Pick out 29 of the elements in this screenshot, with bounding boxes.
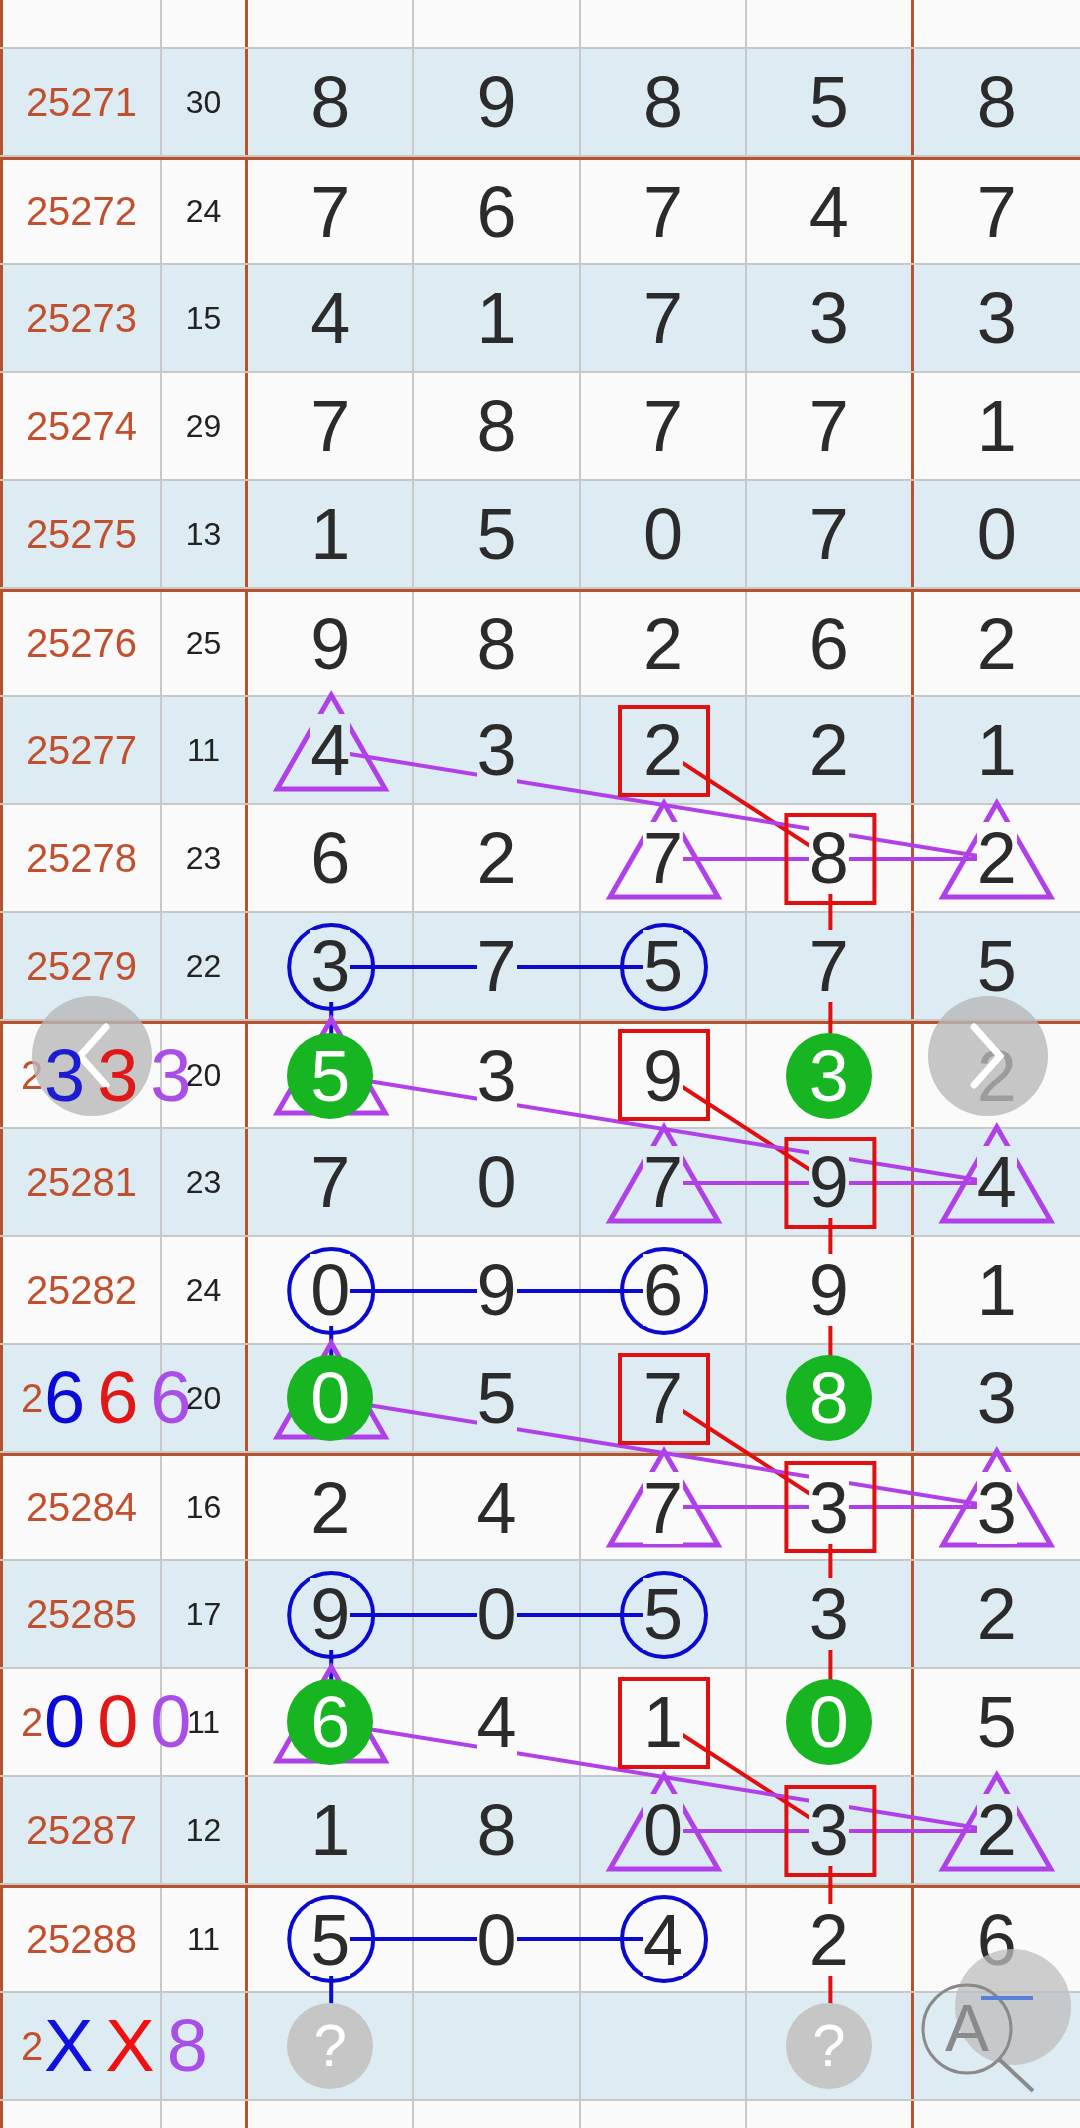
digit: 5 bbox=[642, 1578, 683, 1650]
number-ball: 0 bbox=[785, 1679, 872, 1765]
digit: 0 bbox=[310, 1254, 351, 1326]
number-ball: 8 bbox=[785, 1355, 872, 1441]
digit: 7 bbox=[642, 1471, 683, 1544]
hint-digit: 6 bbox=[44, 1361, 86, 1435]
hint-digit: 8 bbox=[166, 2009, 208, 2083]
digit: 5 bbox=[642, 930, 683, 1002]
hint-digit: 0 bbox=[44, 1685, 86, 1759]
hint-digit: X bbox=[105, 2009, 155, 2083]
hint-digit: X bbox=[44, 2009, 94, 2083]
number-ball: 5 bbox=[287, 1032, 374, 1119]
unknown-ball: ? bbox=[785, 2003, 872, 2089]
digit: 4 bbox=[642, 1903, 683, 1976]
number-ball: 6 bbox=[287, 1679, 374, 1765]
digit: 3 bbox=[310, 930, 351, 1002]
hint-digit: 3 bbox=[97, 1038, 139, 1113]
hint-digit: 6 bbox=[97, 1361, 139, 1435]
digit: 3 bbox=[976, 1471, 1017, 1544]
digit: 6 bbox=[642, 1254, 683, 1326]
digit: 3 bbox=[808, 1471, 849, 1544]
number-ball: 0 bbox=[287, 1355, 374, 1441]
hint-digit: 3 bbox=[44, 1038, 86, 1113]
hint-digit: 0 bbox=[97, 1685, 139, 1759]
unknown-ball: ? bbox=[287, 2003, 374, 2089]
number-ball: 3 bbox=[785, 1032, 872, 1119]
digit: 3 bbox=[808, 1578, 849, 1650]
digit: 5 bbox=[310, 1903, 351, 1976]
digit: 9 bbox=[310, 1578, 351, 1650]
